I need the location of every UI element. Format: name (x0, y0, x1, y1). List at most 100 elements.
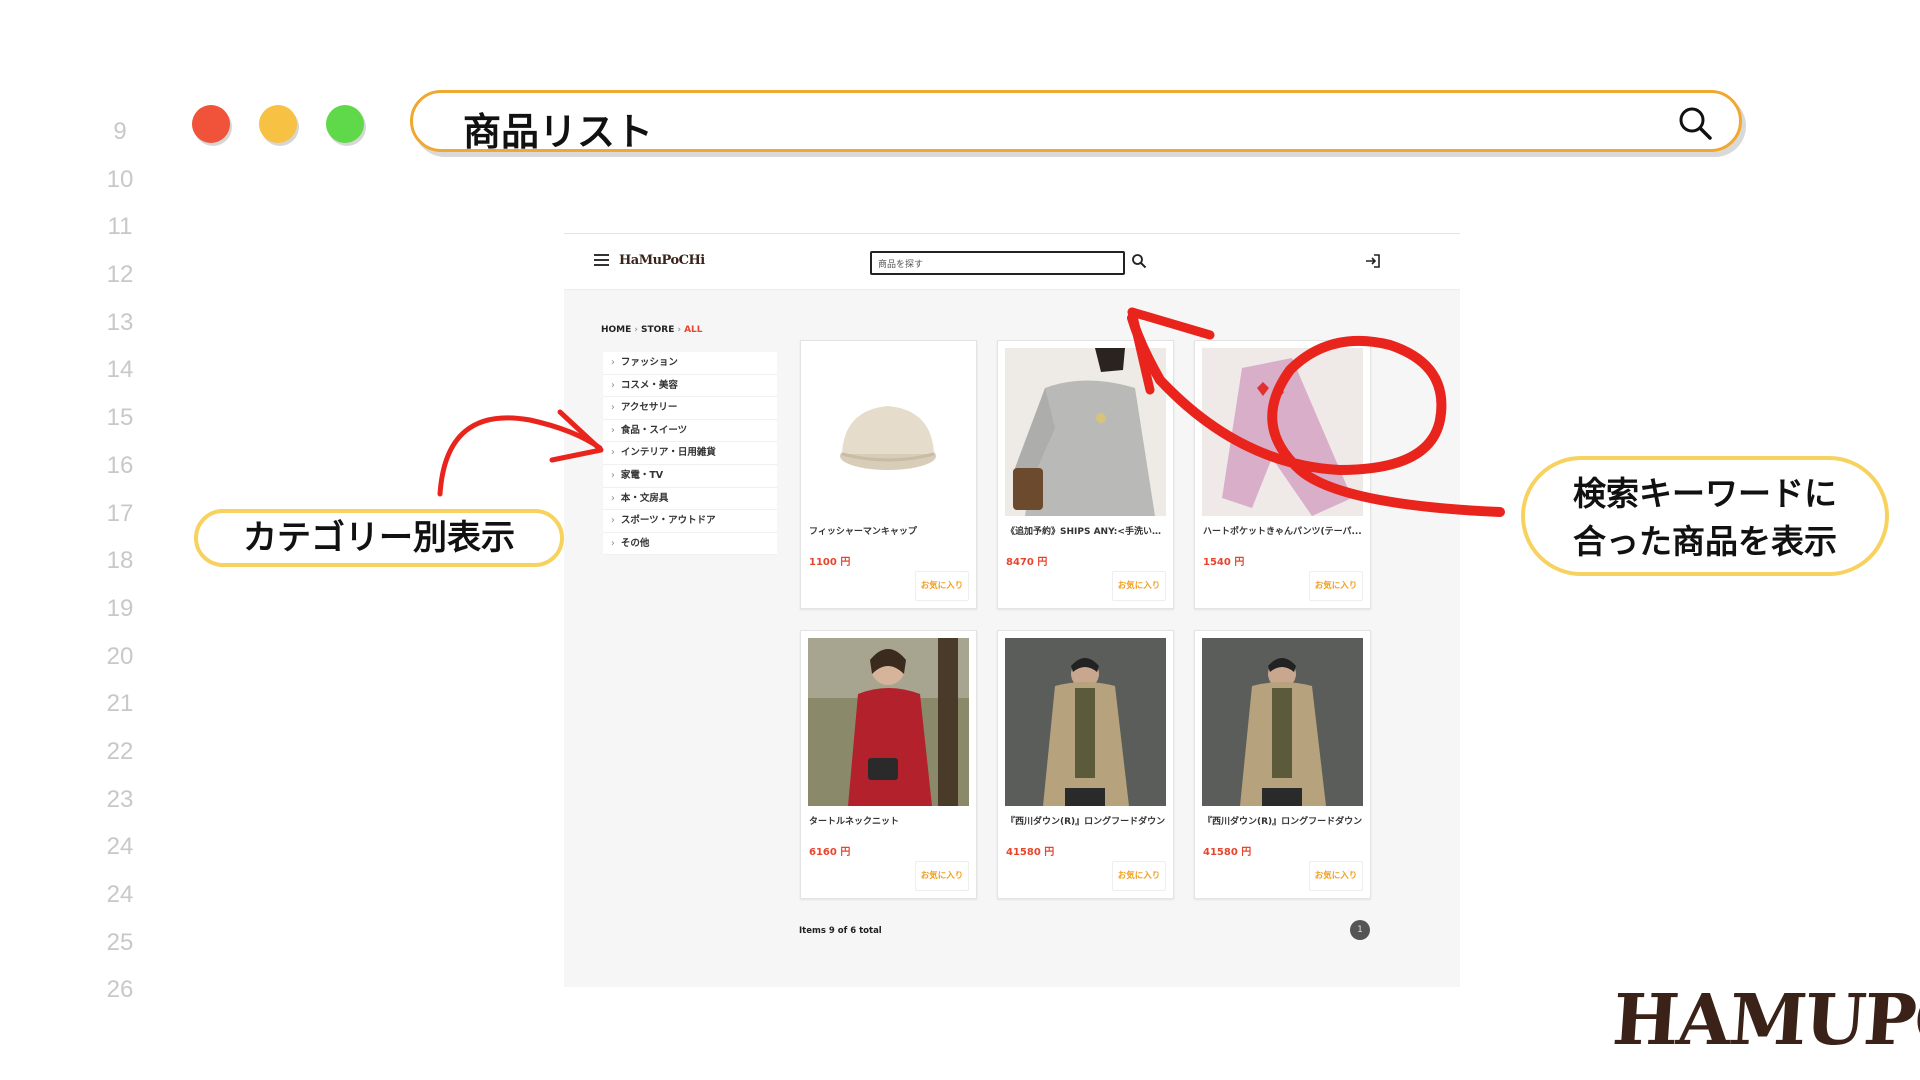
product-name[interactable]: タートルネックニット (809, 814, 971, 827)
product-image[interactable] (1005, 348, 1166, 516)
hamupochi-logo: HAMUPOCHI (1610, 978, 1920, 1061)
chevron-right-icon: › (611, 492, 615, 504)
category-item[interactable]: › その他 (603, 532, 777, 556)
category-label: 食品・スイーツ (620, 424, 688, 436)
store-search-input[interactable]: 商品を探す (870, 251, 1125, 275)
breadcrumb-home[interactable]: HOME (601, 325, 631, 335)
store-header: HaMuPoCHi 商品を探す (564, 234, 1460, 290)
line-numbers: 9 10 11 12 13 14 15 16 17 18 19 20 21 22 23 24 24 25 26 (100, 108, 140, 1014)
callout-line-2: 合った商品を表示 (1573, 522, 1837, 561)
category-label: 本・文房具 (620, 492, 669, 504)
chevron-right-icon: › (611, 515, 615, 527)
chevron-right-icon: › (611, 447, 615, 459)
product-card[interactable]: 《追加予約》SHIPS ANY:<手洗い可... 8470 円 お気に入り (997, 340, 1174, 609)
search-result-callout: 検索キーワードに 合った商品を表示 (1521, 456, 1889, 576)
product-name[interactable]: 《追加予約》SHIPS ANY:<手洗い可... (1006, 524, 1168, 537)
slide: 9 10 11 12 13 14 15 16 17 18 19 20 21 22 23 24 24 25 26 商品… (0, 0, 1920, 1080)
category-label: コスメ・美容 (620, 379, 678, 391)
line-number: 21 (106, 690, 134, 718)
breadcrumb-store[interactable]: STORE (641, 325, 674, 335)
category-item[interactable]: › スポーツ・アウトドア (603, 510, 777, 533)
category-item[interactable]: › 家電・TV (603, 464, 777, 488)
breadcrumb-separator: › (634, 325, 639, 335)
category-list: › ファッション › コスメ・美容 › アクセサリー › 食品・スイーツ › インテリア・… (603, 352, 777, 556)
category-label: 家電・TV (620, 469, 664, 481)
product-card[interactable]: 『西川ダウン(R)』ロングフードダウン 41580 円 お気に入り (1194, 630, 1371, 899)
favorite-button[interactable]: お気に入り (1112, 861, 1166, 891)
line-number: 10 (106, 165, 134, 193)
favorite-button[interactable]: お気に入り (1112, 571, 1166, 601)
product-card[interactable]: 『西川ダウン(R)』ロングフードダウン 41580 円 お気に入り (997, 630, 1174, 899)
search-icon[interactable] (1677, 105, 1713, 141)
window-minimize-dot[interactable] (259, 105, 297, 143)
product-price: 1540 円 (1203, 557, 1245, 568)
chevron-right-icon: › (611, 402, 615, 414)
category-item[interactable]: › 本・文房具 (603, 487, 777, 511)
window-maximize-dot[interactable] (326, 105, 364, 143)
product-name[interactable]: 『西川ダウン(R)』ロングフードダウン (1006, 814, 1168, 827)
product-card[interactable]: タートルネックニット 6160 円 お気に入り (800, 630, 977, 899)
category-item[interactable]: › インテリア・日用雑貨 (603, 442, 777, 465)
line-number: 13 (106, 308, 134, 336)
breadcrumb-current: ALL (684, 325, 703, 335)
chevron-right-icon: › (611, 379, 615, 391)
product-image[interactable] (808, 348, 969, 516)
product-name[interactable]: 『西川ダウン(R)』ロングフードダウン (1203, 814, 1365, 827)
chevron-right-icon: › (611, 469, 615, 481)
category-item[interactable]: › コスメ・美容 (603, 374, 777, 398)
category-label: アクセサリー (620, 402, 678, 414)
line-number: 23 (106, 785, 134, 813)
category-item[interactable]: › ファッション (603, 352, 777, 375)
category-item[interactable]: › 食品・スイーツ (603, 419, 777, 443)
breadcrumb: HOME › STORE › ALL (601, 325, 703, 335)
line-number: 17 (106, 499, 134, 527)
product-price: 1100 円 (809, 557, 851, 568)
line-number: 24 (106, 833, 134, 861)
product-card[interactable]: ハートポケットきゃんパンツ(テーパ... 1540 円 お気に入り (1194, 340, 1371, 609)
product-price: 41580 円 (1203, 847, 1252, 858)
line-number: 14 (106, 356, 134, 384)
line-number: 19 (106, 594, 134, 622)
line-number: 16 (106, 451, 134, 479)
category-label: その他 (620, 537, 650, 549)
line-number: 26 (106, 976, 134, 1004)
favorite-button[interactable]: お気に入り (1309, 861, 1363, 891)
product-image[interactable] (808, 638, 969, 806)
store-screenshot: HaMuPoCHi 商品を探す HOME › STORE › ALL › ファッション ›… (564, 233, 1460, 987)
chevron-right-icon: › (611, 424, 615, 436)
category-label: ファッション (620, 357, 678, 368)
line-number: 25 (106, 928, 134, 956)
breadcrumb-separator: › (677, 325, 682, 335)
line-number: 15 (106, 404, 134, 432)
favorite-button[interactable]: お気に入り (915, 861, 969, 891)
category-label: スポーツ・アウトドア (620, 515, 716, 527)
title-search-bar[interactable]: 商品リスト (410, 90, 1742, 154)
product-price: 8470 円 (1006, 557, 1048, 568)
line-number: 12 (106, 261, 134, 289)
product-image[interactable] (1005, 638, 1166, 806)
pagination-page[interactable]: 1 (1350, 920, 1370, 940)
line-number: 22 (106, 737, 134, 765)
product-image[interactable] (1202, 348, 1363, 516)
window-close-dot[interactable] (192, 105, 230, 143)
product-image[interactable] (1202, 638, 1363, 806)
product-name[interactable]: ハートポケットきゃんパンツ(テーパ... (1203, 524, 1365, 537)
favorite-button[interactable]: お気に入り (915, 571, 969, 601)
items-total: Items 9 of 6 total (799, 926, 882, 936)
login-icon[interactable] (1364, 252, 1382, 270)
hamburger-menu-icon[interactable] (594, 254, 609, 266)
product-price: 6160 円 (809, 847, 851, 858)
category-callout: カテゴリー別表示 (194, 509, 564, 567)
favorite-button[interactable]: お気に入り (1309, 571, 1363, 601)
product-name[interactable]: フィッシャーマンキャップ (809, 524, 971, 537)
category-item[interactable]: › アクセサリー (603, 397, 777, 420)
store-logo[interactable]: HaMuPoCHi (619, 253, 705, 268)
line-number: 11 (107, 213, 133, 241)
product-card[interactable]: フィッシャーマンキャップ 1100 円 お気に入り (800, 340, 977, 609)
category-label: インテリア・日用雑貨 (620, 447, 716, 459)
search-icon[interactable] (1131, 253, 1147, 269)
chevron-right-icon: › (611, 537, 615, 549)
chevron-right-icon: › (611, 357, 615, 368)
callout-line-1: 検索キーワードに (1573, 474, 1837, 513)
line-number: 18 (106, 547, 134, 575)
